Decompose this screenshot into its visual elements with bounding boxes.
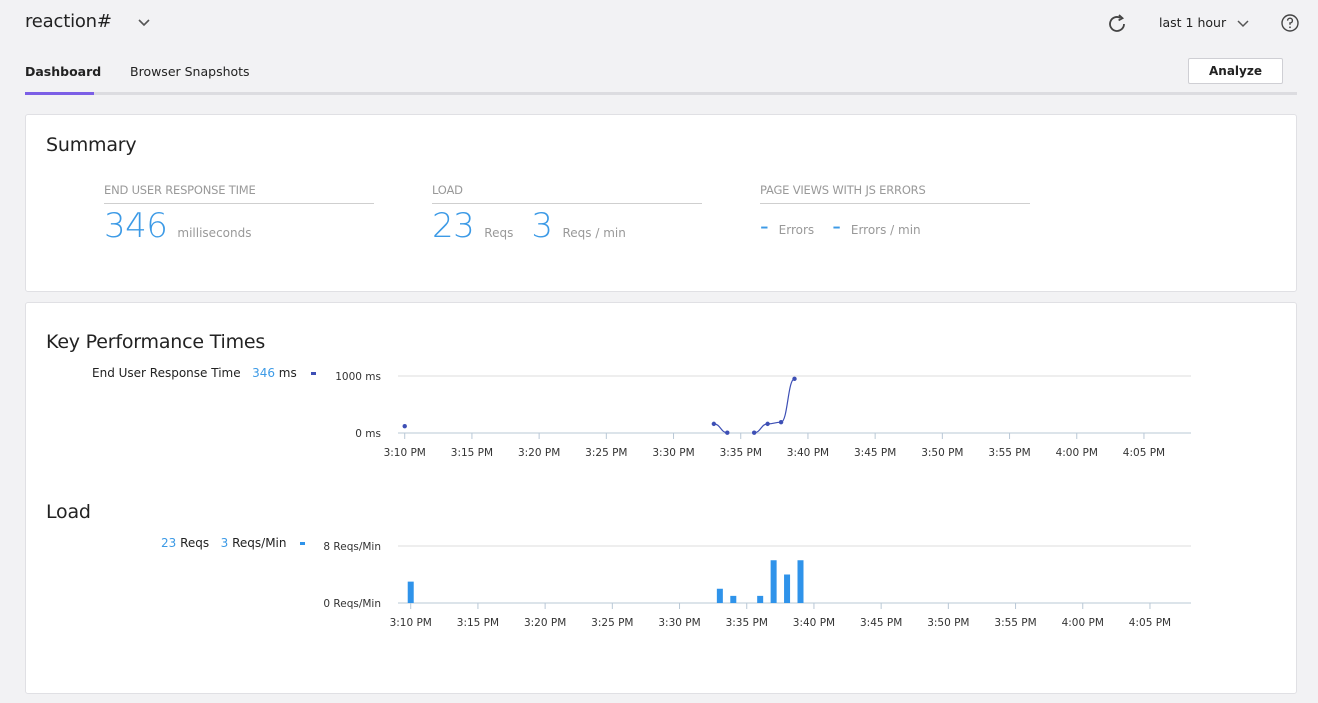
x-tick-label: 3:25 PM xyxy=(591,617,633,629)
response-time-unit: milliseconds xyxy=(177,226,252,240)
metric-end-user-response-time: END USER RESPONSE TIME 346 milliseconds xyxy=(104,183,374,246)
x-tick-label: 3:25 PM xyxy=(585,447,627,459)
x-tick-label: 3:45 PM xyxy=(854,447,896,459)
response-time-line-chart: 0 ms 1000 ms 3:10 PM 3:15 PM 3:20 PM 3:25 PM 3… xyxy=(323,371,1191,629)
tab-browser-snapshots[interactable]: Browser Snapshots xyxy=(130,64,250,95)
app-dropdown-chevron-down-icon[interactable] xyxy=(136,14,152,30)
metric-js-errors: PAGE VIEWS WITH JS ERRORS - Errors - Errors… xyxy=(760,183,1030,240)
y-tick-label: 0 Reqs/Min xyxy=(323,598,381,610)
x-tick-label: 3:20 PM xyxy=(524,617,566,629)
help-circle-icon[interactable] xyxy=(1280,13,1300,33)
data-point xyxy=(711,421,717,427)
refresh-icon[interactable] xyxy=(1105,12,1129,36)
metric-load: LOAD 23 Reqs 3 Reqs / min xyxy=(432,183,702,246)
errors-total-value: - xyxy=(760,212,769,240)
x-tick-label: 3:15 PM xyxy=(457,617,499,629)
y-tick-label: 0 ms xyxy=(355,428,381,440)
x-tick-label: 3:50 PM xyxy=(927,617,969,629)
x-tick-label: 3:20 PM xyxy=(518,447,560,459)
top-bar: reaction# last 1 hour xyxy=(0,0,1318,50)
time-range-select[interactable]: last 1 hour xyxy=(1159,15,1226,30)
analyze-button[interactable]: Analyze xyxy=(1188,58,1283,84)
x-tick-label: 4:05 PM xyxy=(1123,447,1165,459)
x-tick-label: 3:10 PM xyxy=(390,617,432,629)
performance-panel: Key Performance Times End User Response … xyxy=(25,302,1297,694)
x-tick-label: 3:35 PM xyxy=(720,447,762,459)
errors-total-unit: Errors xyxy=(778,223,815,237)
x-tick-label: 3:30 PM xyxy=(652,447,694,459)
summary-title: Summary xyxy=(46,134,137,156)
data-point xyxy=(725,430,730,435)
x-tick-label: 3:10 PM xyxy=(384,447,426,459)
x-tick-label: 4:00 PM xyxy=(1056,447,1098,459)
metric-label: END USER RESPONSE TIME xyxy=(104,183,374,204)
bar xyxy=(784,574,791,603)
y-tick-label: 1000 ms xyxy=(335,371,381,383)
data-point xyxy=(778,419,784,425)
y-tick-label: 8 Reqs/Min xyxy=(323,541,381,553)
data-point xyxy=(792,376,797,382)
metric-label: LOAD xyxy=(432,183,702,204)
x-tick-label: 4:05 PM xyxy=(1129,617,1171,629)
tab-dashboard[interactable]: Dashboard xyxy=(25,64,101,95)
tab-bar: Dashboard Browser Snapshots xyxy=(25,58,1297,95)
x-tick-label: 3:55 PM xyxy=(994,617,1036,629)
series-line xyxy=(754,378,796,434)
bar xyxy=(770,560,777,603)
x-tick-label: 3:35 PM xyxy=(726,617,768,629)
x-tick-label: 3:30 PM xyxy=(658,617,700,629)
x-tick-label: 3:55 PM xyxy=(988,447,1030,459)
x-tick-label: 3:15 PM xyxy=(451,447,493,459)
load-rate-unit: Reqs / min xyxy=(562,226,626,240)
series-line xyxy=(713,423,728,434)
bar xyxy=(757,595,764,603)
data-point xyxy=(765,421,770,427)
app-title: reaction# xyxy=(25,11,112,32)
time-range-chevron-down-icon[interactable] xyxy=(1236,16,1250,30)
bar xyxy=(716,588,723,603)
load-rate-value: 3 xyxy=(531,206,553,246)
x-tick-label: 3:40 PM xyxy=(787,447,829,459)
metric-label: PAGE VIEWS WITH JS ERRORS xyxy=(760,183,1030,204)
bar xyxy=(797,560,804,603)
x-tick-label: 3:45 PM xyxy=(860,617,902,629)
errors-rate-unit: Errors / min xyxy=(850,223,921,237)
response-time-value: 346 xyxy=(104,206,168,246)
x-tick-label: 3:50 PM xyxy=(921,447,963,459)
load-total-value: 23 xyxy=(432,206,475,246)
x-tick-label: 4:00 PM xyxy=(1062,617,1104,629)
x-tick-label: 3:40 PM xyxy=(793,617,835,629)
bar xyxy=(407,581,414,603)
summary-panel: Summary END USER RESPONSE TIME 346 millis… xyxy=(25,114,1297,292)
errors-rate-value: - xyxy=(832,212,841,240)
data-point xyxy=(751,430,757,435)
load-total-unit: Reqs xyxy=(484,226,514,240)
data-point xyxy=(402,423,407,429)
bar xyxy=(730,595,737,603)
